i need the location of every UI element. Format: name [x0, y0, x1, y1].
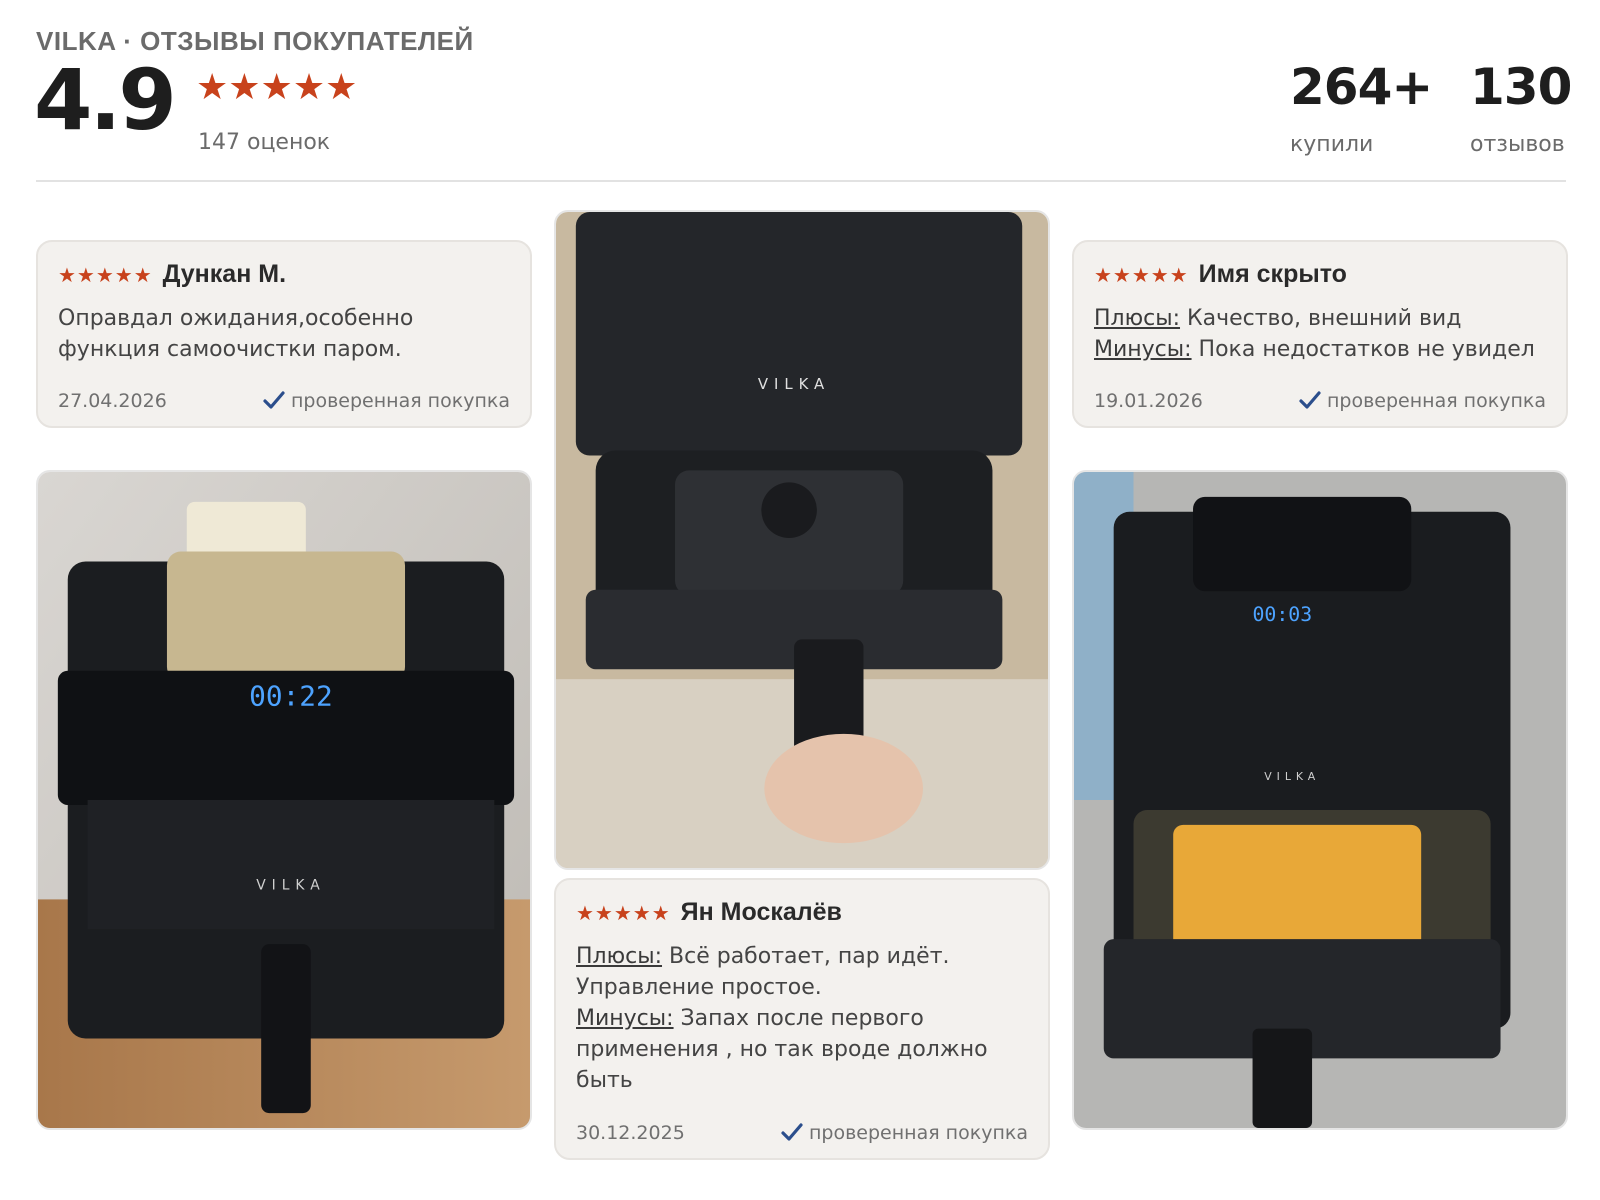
timer-display: 00:03	[1252, 603, 1312, 626]
pros-label: Плюсы:	[576, 944, 663, 969]
verified-badge: проверенная покупка	[1299, 390, 1546, 412]
brand-logo: VILKA	[758, 375, 830, 393]
air-fryer-front-photo: 00:22 VILKA	[38, 472, 530, 1128]
review-text: Плюсы: Всё работает, пар идёт. Управлени…	[576, 941, 1028, 1096]
review-header: ★★★★★ Ян Москалёв	[576, 898, 1028, 927]
review-photo[interactable]: VILKA	[554, 210, 1050, 870]
review-author: Дункан М.	[162, 260, 287, 288]
cons-text: Пока недостатков не увидел	[1191, 337, 1535, 362]
verified-label: проверенная покупка	[290, 390, 510, 412]
stat-reviews-label: отзывов	[1470, 132, 1565, 157]
stat-reviews: 130 отзывов	[1470, 58, 1572, 157]
ratings-count: 147 оценок	[198, 130, 331, 155]
header-divider	[36, 180, 1566, 182]
check-icon	[781, 1123, 803, 1141]
review-footer: 30.12.2025 проверенная покупка	[576, 1122, 1028, 1144]
review-card[interactable]: ★★★★★ Ян Москалёв Плюсы: Всё работает, п…	[554, 878, 1050, 1160]
air-fryer-basket-photo: VILKA	[556, 212, 1048, 868]
verified-label: проверенная покупка	[808, 1122, 1028, 1144]
review-footer: 27.04.2026 проверенная покупка	[58, 390, 510, 412]
verified-label: проверенная покупка	[1326, 390, 1546, 412]
stat-reviews-value: 130	[1470, 58, 1572, 116]
check-icon	[263, 391, 285, 409]
review-text: Плюсы: Качество, внешний вид Минусы: Пок…	[1094, 303, 1546, 365]
review-footer: 19.01.2026 проверенная покупка	[1094, 390, 1546, 412]
review-date: 30.12.2025	[576, 1122, 685, 1144]
rating-stars-icon: ★★★★★	[196, 67, 358, 108]
stat-bought-value: 264+	[1290, 58, 1433, 116]
review-card[interactable]: ★★★★★ Дункан М. Оправдал ожидания,особен…	[36, 240, 532, 428]
review-author: Имя скрыто	[1198, 260, 1347, 288]
stat-bought-label: купили	[1290, 132, 1374, 157]
average-rating: 4.9	[34, 51, 177, 149]
review-text: Оправдал ожидания,особенно функция самоо…	[58, 306, 414, 362]
brand-logo: VILKA	[256, 877, 325, 893]
review-stars-icon: ★★★★★	[576, 900, 671, 925]
verified-badge: проверенная покупка	[263, 390, 510, 412]
pros-label: Плюсы:	[1094, 306, 1181, 331]
pros-text: Качество, внешний вид	[1180, 306, 1462, 331]
cons-label: Минусы:	[1094, 337, 1192, 362]
brand-logo: VILKA	[1264, 770, 1320, 783]
review-header: ★★★★★ Дункан М.	[58, 260, 510, 289]
review-card[interactable]: ★★★★★ Имя скрыто Плюсы: Качество, внешни…	[1072, 240, 1568, 428]
review-photo[interactable]: 00:22 VILKA	[36, 470, 532, 1130]
cons-label: Минусы:	[576, 1006, 674, 1031]
review-photo[interactable]: 00:03 VILKA	[1072, 470, 1568, 1130]
verified-badge: проверенная покупка	[781, 1122, 1028, 1144]
review-date: 19.01.2026	[1094, 390, 1203, 412]
review-stars-icon: ★★★★★	[58, 262, 153, 287]
air-fryer-fries-photo: 00:03 VILKA	[1074, 472, 1566, 1128]
timer-display: 00:22	[249, 680, 333, 713]
stat-bought: 264+ купили	[1290, 58, 1433, 157]
review-header: ★★★★★ Имя скрыто	[1094, 260, 1546, 289]
check-icon	[1299, 391, 1321, 409]
review-stars-icon: ★★★★★	[1094, 262, 1189, 287]
review-date: 27.04.2026	[58, 390, 167, 412]
review-author: Ян Москалёв	[680, 898, 842, 926]
